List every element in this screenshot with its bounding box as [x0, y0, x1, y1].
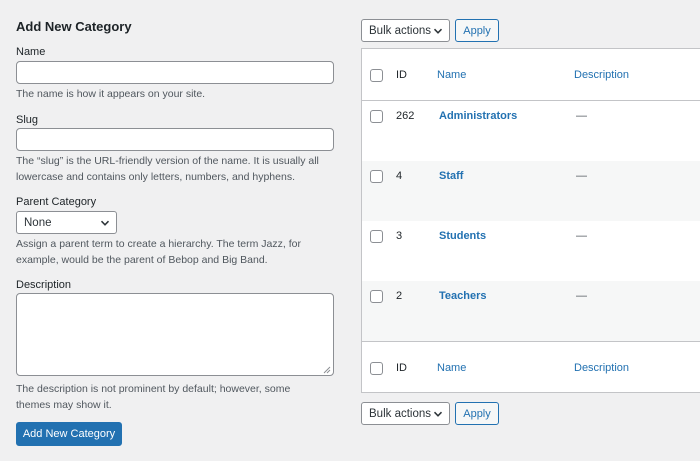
select-all-checkbox[interactable] [370, 69, 383, 82]
row-id: 2 [396, 290, 403, 302]
row-description: — [576, 230, 587, 242]
column-description-header[interactable]: Description [574, 69, 629, 81]
table-row: 4 Staff — [362, 161, 700, 221]
row-id: 262 [396, 110, 415, 122]
column-description-footer[interactable]: Description [574, 362, 629, 374]
categories-table: ID Name Description 262 Administrators —… [361, 48, 700, 393]
slug-input[interactable] [16, 128, 334, 151]
bulk-actions-value: Bulk actions [369, 24, 432, 37]
column-id-header[interactable]: ID [396, 69, 407, 81]
apply-button-bottom[interactable]: Apply [455, 402, 499, 425]
row-name-link[interactable]: Teachers [439, 290, 487, 302]
name-input[interactable] [16, 61, 334, 84]
name-help-text: The name is how it appears on your site. [16, 88, 206, 100]
table-row: 3 Students — [362, 221, 700, 281]
slug-label: Slug [16, 114, 39, 126]
column-name-footer[interactable]: Name [437, 362, 466, 374]
parent-category-label: Parent Category [16, 196, 97, 208]
resize-grip-icon[interactable] [323, 365, 331, 374]
row-name-link[interactable]: Students [439, 230, 486, 242]
row-id: 3 [396, 230, 403, 242]
row-checkbox[interactable] [370, 230, 383, 243]
table-footer-row: ID Name Description [362, 341, 700, 393]
row-checkbox[interactable] [370, 170, 383, 183]
apply-button-top[interactable]: Apply [455, 19, 499, 42]
description-help-text: The description is not prominent by defa… [16, 383, 291, 411]
form-title: Add New Category [16, 19, 132, 34]
row-description: — [576, 290, 587, 302]
bulk-actions-select-top[interactable]: Bulk actions [361, 19, 450, 42]
row-description: — [576, 110, 587, 122]
description-label: Description [16, 279, 72, 291]
row-checkbox[interactable] [370, 290, 383, 303]
name-label: Name [16, 46, 46, 58]
parent-category-help-text: Assign a parent term to create a hierarc… [16, 238, 301, 266]
parent-category-select[interactable]: None [16, 211, 117, 234]
row-name-link[interactable]: Administrators [439, 110, 517, 122]
table-row: 262 Administrators — [362, 101, 700, 161]
add-new-category-button[interactable]: Add New Category [16, 422, 122, 446]
select-all-checkbox-footer[interactable] [370, 362, 383, 375]
chevron-down-icon [433, 26, 443, 36]
row-name-link[interactable]: Staff [439, 170, 463, 182]
chevron-down-icon [433, 409, 443, 419]
bulk-actions-value: Bulk actions [369, 407, 432, 420]
chevron-down-icon [100, 218, 110, 228]
column-id-footer[interactable]: ID [396, 362, 407, 374]
table-header-row: ID Name Description [362, 49, 700, 101]
slug-help-text: The “slug” is the URL-friendly version o… [16, 155, 319, 183]
description-textarea[interactable] [16, 293, 334, 376]
bulk-actions-select-bottom[interactable]: Bulk actions [361, 402, 450, 425]
row-id: 4 [396, 170, 403, 182]
column-name-header[interactable]: Name [437, 69, 466, 81]
table-row: 2 Teachers — [362, 281, 700, 341]
row-checkbox[interactable] [370, 110, 383, 123]
row-description: — [576, 170, 587, 182]
parent-category-value: None [24, 216, 52, 229]
